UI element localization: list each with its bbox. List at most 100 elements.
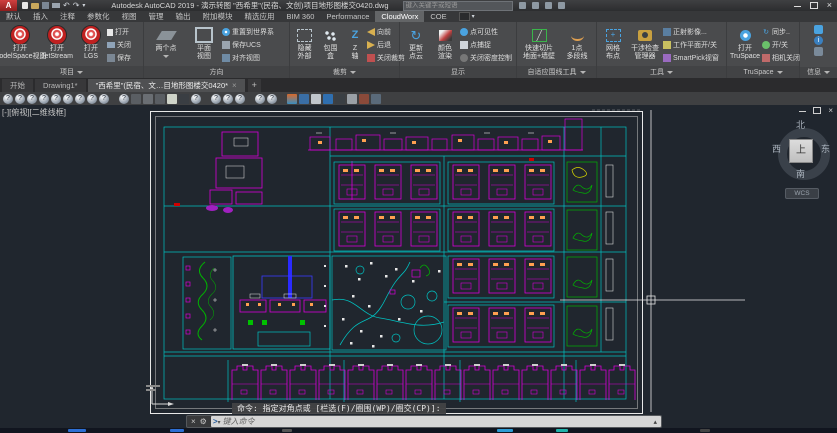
tab-view[interactable]: 视图	[116, 11, 143, 22]
tab-default[interactable]: 默认	[0, 11, 27, 22]
cw-tool-icon[interactable]: ?	[119, 94, 129, 104]
tab-close-icon[interactable]: ×	[232, 81, 237, 90]
grid-points-button[interactable]: + 网格布点	[599, 23, 627, 66]
point-snap-button[interactable]: 点捕捉	[460, 39, 512, 51]
account-icon[interactable]	[532, 2, 539, 9]
tab-insert[interactable]: 插入	[27, 11, 54, 22]
viewcube-east[interactable]: 东	[821, 142, 830, 155]
tab-performance[interactable]: Performance	[320, 11, 375, 22]
two-points-button[interactable]: 两个点	[146, 23, 186, 66]
cw-tool-icon[interactable]: ?	[3, 94, 13, 104]
cw-tool-icon[interactable]: ?	[63, 94, 73, 104]
open-jetstream-button[interactable]: 打开JetStream	[39, 23, 75, 66]
ribbon-options[interactable]: ▾	[459, 12, 475, 21]
cw-tool-icon[interactable]: ?	[87, 94, 97, 104]
maximize-icon[interactable]	[810, 2, 818, 9]
cw-tool-icon[interactable]: ?	[15, 94, 25, 104]
viewcube-north[interactable]: 北	[796, 118, 805, 131]
new-file-icon[interactable]	[22, 2, 28, 9]
panel-title-clip[interactable]: 裁剪	[290, 66, 399, 78]
viewcube-top-face[interactable]: 上	[789, 139, 813, 163]
info-book-icon[interactable]	[814, 47, 823, 56]
doc-restore-icon[interactable]	[813, 107, 821, 114]
viewcube[interactable]: 北 西 东 南 上 WCS	[773, 120, 835, 212]
cw-tool-icon[interactable]: ?	[267, 94, 277, 104]
doc-close-icon[interactable]: ×	[828, 106, 833, 115]
viewcube-west[interactable]: 西	[772, 142, 781, 155]
open-file-icon[interactable]	[31, 3, 39, 9]
camera-off-button[interactable]: 相机关闭	[762, 52, 800, 64]
info-icon[interactable]: i	[814, 36, 823, 45]
info-sync-icon[interactable]	[814, 25, 823, 34]
monitor-tool-icon[interactable]	[371, 94, 381, 104]
z-axis-button[interactable]: Z Z轴	[344, 23, 366, 66]
tab-parametric[interactable]: 参数化	[81, 11, 116, 22]
cw-tool-icon[interactable]	[155, 94, 165, 104]
taskbar-app-icon[interactable]	[700, 429, 710, 432]
project-close-button[interactable]: 关闭	[107, 39, 131, 51]
file-tab-start[interactable]: 开始	[2, 79, 33, 92]
collaborate-icon[interactable]	[299, 94, 309, 104]
help-icon[interactable]	[558, 2, 565, 9]
point-visibility-button[interactable]: 点可见性	[460, 26, 512, 38]
measure-tool-icon[interactable]	[359, 94, 369, 104]
cw-tool-icon[interactable]: ?	[51, 94, 61, 104]
work-plane-button[interactable]: 工作平面开/关	[663, 39, 719, 51]
cw-tool-icon[interactable]: ?	[255, 94, 265, 104]
viewport-controls[interactable]: [-][俯视][二维线框]	[2, 107, 66, 118]
command-prompt-icon[interactable]: >▾	[211, 417, 223, 426]
panel-title-project[interactable]: 项目	[0, 66, 143, 78]
cw-tool-icon[interactable]: ?	[39, 94, 49, 104]
cw-tool-icon[interactable]: ?	[235, 94, 245, 104]
project-open-button[interactable]: 打开	[107, 26, 131, 38]
align-view-button[interactable]: 对齐视图	[222, 52, 274, 64]
color-render-button[interactable]: 颜色渲染	[431, 23, 459, 66]
command-customize-icon[interactable]: ⚙	[200, 417, 207, 426]
view-tool-icon[interactable]	[323, 94, 333, 104]
panel-title-truspace[interactable]: TruSpace	[727, 66, 799, 78]
tab-cloudworx[interactable]: CloudWorx	[375, 11, 424, 22]
wcs-button[interactable]: WCS	[785, 188, 819, 199]
cw-tool-icon[interactable]	[179, 94, 189, 104]
command-close-icon[interactable]: ×	[191, 417, 196, 426]
taskbar-app-icon[interactable]	[556, 429, 568, 432]
panel-title-fence-tools[interactable]: 自适应围线工具	[517, 66, 596, 78]
new-drawing-tab-button[interactable]: +	[248, 79, 261, 92]
truspace-toggle-button[interactable]: 开/关	[762, 39, 800, 51]
tab-addins[interactable]: 附加模块	[197, 11, 239, 22]
cw-tool-icon[interactable]: ?	[191, 94, 201, 104]
tab-output[interactable]: 输出	[170, 11, 197, 22]
taskbar-app-icon[interactable]	[68, 429, 86, 432]
open-truspace-button[interactable]: 打开TruSpace	[729, 23, 761, 66]
dark-tool-icon[interactable]	[335, 94, 345, 104]
ortho-image-button[interactable]: 正射影像...	[663, 26, 719, 38]
open-modelspace-button[interactable]: 打开ModelSpace视图	[2, 23, 38, 66]
taskbar-app-icon[interactable]	[497, 429, 513, 432]
smartpick-button[interactable]: SmartPick视窗	[663, 52, 719, 64]
cw-tool-icon[interactable]	[167, 94, 177, 104]
command-input-field[interactable]: >▾ ▴	[211, 416, 661, 427]
cw-tool-icon[interactable]	[131, 94, 141, 104]
drawing-canvas[interactable]	[0, 105, 837, 428]
quick-slice-button[interactable]: 快速切片地面+墙壁	[519, 23, 559, 66]
panel-title-info[interactable]: 信息	[800, 67, 837, 78]
hide-outside-button[interactable]: 隐藏外部	[292, 23, 317, 66]
tab-manage[interactable]: 管理	[143, 11, 170, 22]
update-pointcloud-button[interactable]: ↻ 更新点云	[402, 23, 430, 66]
close-icon[interactable]: ×	[827, 1, 832, 10]
recent-commands-icon[interactable]: ▴	[649, 418, 661, 426]
plan-view-button[interactable]: 平面视图	[187, 23, 221, 66]
density-control-button[interactable]: 关闭密度控制	[460, 52, 512, 64]
taskbar-app-icon[interactable]	[282, 429, 292, 432]
file-tab-active-drawing[interactable]: "西希里"(民宿、文…目地形图楼交0420*×	[88, 79, 245, 92]
taskbar-app-icon[interactable]	[170, 429, 184, 432]
reset-to-world-button[interactable]: 重置到世界系	[222, 26, 274, 38]
panel-title-orientation[interactable]: 方向	[144, 66, 289, 78]
clash-manager-button[interactable]: 干涉检查管理器	[628, 23, 662, 66]
cw-tool-icon[interactable]: ?	[27, 94, 37, 104]
viewcube-south[interactable]: 南	[796, 167, 805, 180]
project-save-button[interactable]: 保存	[107, 52, 131, 64]
plot-icon[interactable]	[52, 3, 60, 8]
cw-tool-icon[interactable]: ?	[211, 94, 221, 104]
cw-tool-icon[interactable]	[143, 94, 153, 104]
